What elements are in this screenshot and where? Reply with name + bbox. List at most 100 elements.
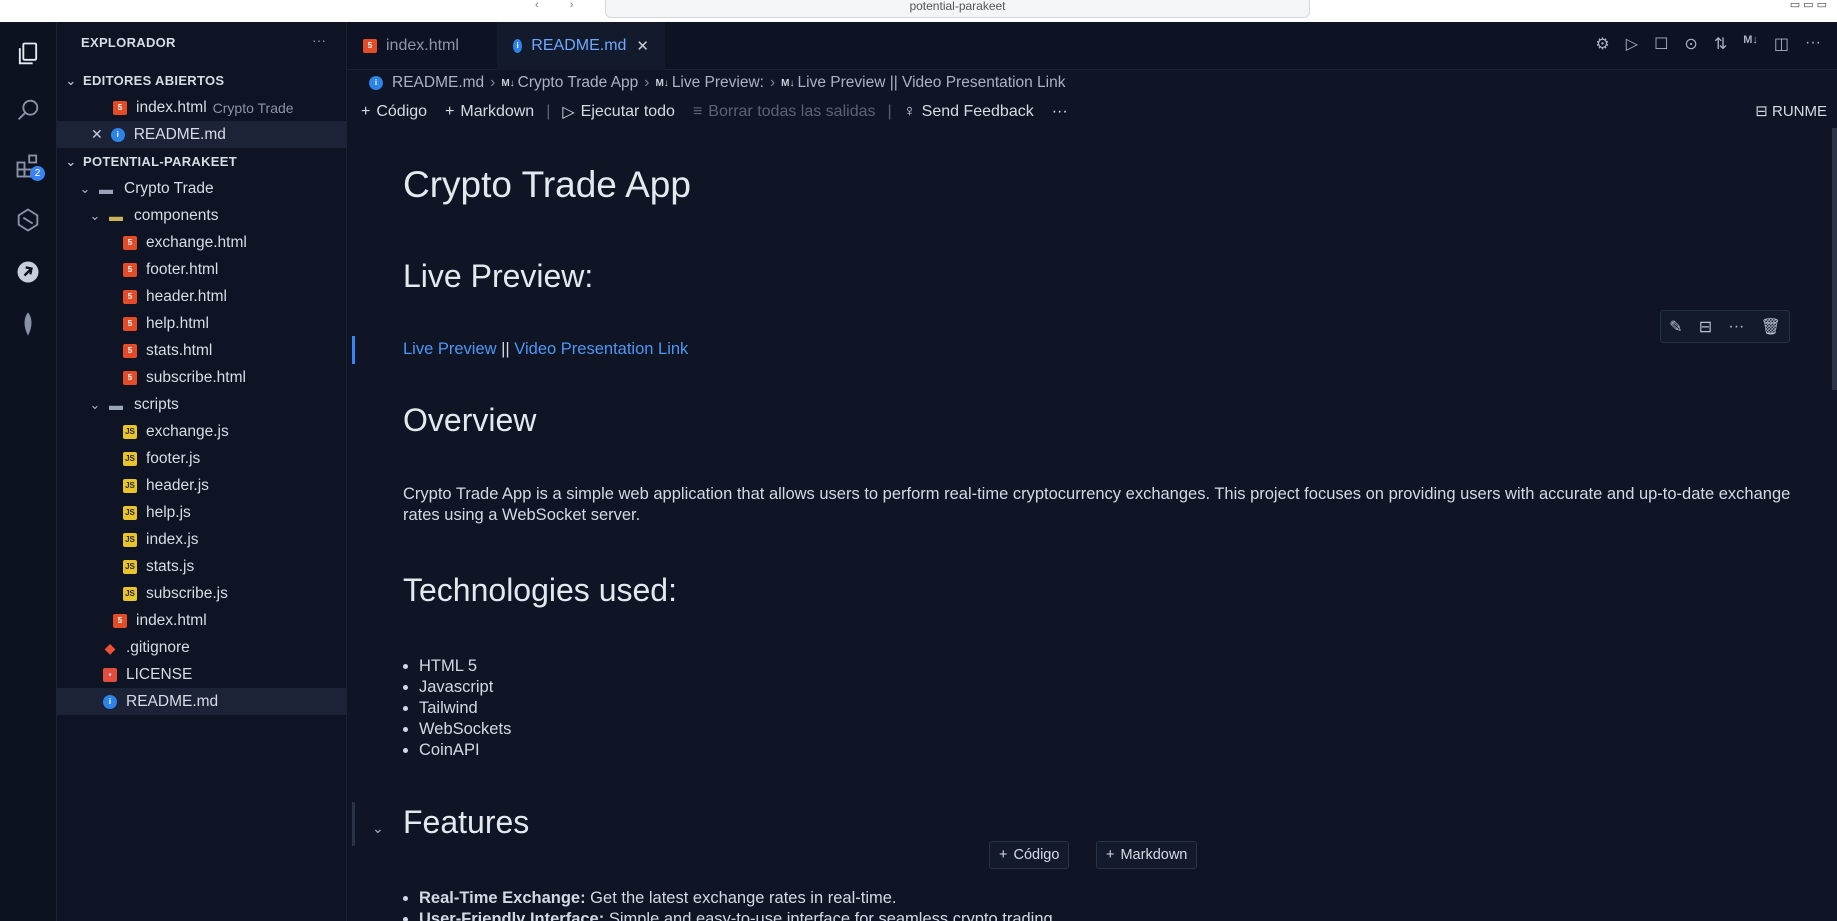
file-item[interactable]: JS index.js bbox=[57, 526, 347, 553]
runme-button[interactable]: ⊟ RUNME bbox=[1755, 102, 1827, 120]
explorer-more-button[interactable]: ··· bbox=[312, 32, 326, 48]
runme-icon: ⊟ bbox=[1755, 103, 1772, 120]
folder-scripts[interactable]: ⌄ ▬ scripts bbox=[57, 391, 347, 418]
add-code-button[interactable]: + Código bbox=[361, 103, 427, 121]
feature-title: Real-Time Exchange: bbox=[419, 889, 586, 907]
run-all-icon: ▷ bbox=[562, 104, 575, 121]
notebook-editor[interactable]: Crypto Trade App Live Preview: Live Prev… bbox=[347, 128, 1837, 921]
live-preview-link[interactable]: Live Preview bbox=[403, 340, 497, 358]
file-item[interactable]: ▪ LICENSE bbox=[57, 661, 347, 688]
file-item[interactable]: 5 footer.html bbox=[57, 256, 347, 283]
extensions-icon[interactable]: 2 bbox=[10, 148, 46, 184]
technologies-heading: Technologies used: bbox=[403, 572, 677, 608]
html-file-icon: 5 bbox=[123, 262, 137, 277]
tab-label: README.md bbox=[531, 37, 627, 54]
open-editors-section[interactable]: ⌄ EDITORES ABIERTOS bbox=[57, 67, 347, 94]
file-name: footer.js bbox=[146, 449, 201, 467]
js-file-icon: JS bbox=[123, 451, 137, 466]
remote-explorer-icon[interactable] bbox=[10, 202, 46, 238]
command-center[interactable]: potential-parakeet bbox=[605, 0, 1310, 18]
insert-code-cell-button[interactable]: + Código bbox=[989, 841, 1070, 869]
file-item[interactable]: JS footer.js bbox=[57, 445, 347, 472]
file-item[interactable]: JS help.js bbox=[57, 499, 347, 526]
chevron-down-icon[interactable]: ⌄ bbox=[372, 820, 384, 837]
leaf-icon[interactable] bbox=[10, 306, 46, 342]
explorer-icon[interactable] bbox=[10, 36, 46, 72]
file-item[interactable]: 5 subscribe.html bbox=[57, 364, 347, 391]
more-actions-icon[interactable]: ··· bbox=[1805, 34, 1821, 54]
edit-icon[interactable]: ✎ bbox=[1669, 317, 1682, 337]
split-editor-icon[interactable]: ◫ bbox=[1774, 34, 1789, 54]
feedback-label: Send Feedback bbox=[921, 103, 1034, 120]
html-file-icon: 5 bbox=[113, 100, 127, 115]
file-item[interactable]: JS subscribe.js bbox=[57, 580, 347, 607]
folder-open-icon: ▬ bbox=[99, 180, 113, 197]
file-item[interactable]: JS exchange.js bbox=[57, 418, 347, 445]
feedback-icon: ♀ bbox=[903, 103, 916, 120]
folder-name: components bbox=[134, 206, 219, 224]
file-item[interactable]: 5 index.html bbox=[57, 607, 347, 634]
js-file-icon: JS bbox=[123, 505, 137, 520]
more-icon[interactable]: ··· bbox=[1728, 318, 1744, 336]
send-feedback-button[interactable]: ♀ Send Feedback bbox=[904, 103, 1034, 121]
toolbar-more-button[interactable]: ··· bbox=[1052, 103, 1068, 121]
file-item-selected[interactable]: i README.md bbox=[57, 688, 347, 715]
layout-controls[interactable]: ▭ ▭ ▭ bbox=[1790, 0, 1827, 11]
breadcrumb-file[interactable]: README.md bbox=[392, 74, 484, 92]
folder-open-icon: ▬ bbox=[109, 207, 123, 224]
plus-icon: + bbox=[361, 103, 371, 120]
chevron-down-icon: ⌄ bbox=[89, 396, 101, 412]
html-file-icon: 5 bbox=[123, 235, 137, 250]
plus-icon: + bbox=[1106, 847, 1115, 863]
run-icon[interactable]: ▷ bbox=[1626, 34, 1638, 54]
open-editor-item-readme[interactable]: ✕ i README.md bbox=[57, 121, 347, 148]
file-item[interactable]: 5 stats.html bbox=[57, 337, 347, 364]
js-file-icon: JS bbox=[123, 586, 137, 601]
run-all-button[interactable]: ▷ Ejecutar todo bbox=[562, 102, 675, 122]
video-presentation-link[interactable]: Video Presentation Link bbox=[514, 340, 688, 358]
run-debug-icon[interactable] bbox=[10, 254, 46, 290]
split-cell-icon[interactable]: ⊟ bbox=[1699, 317, 1712, 337]
notebook-toolbar: + Código + Markdown | ▷ Ejecutar todo ≡ Borr… bbox=[347, 96, 1837, 128]
breadcrumb-part[interactable]: Live Preview: bbox=[672, 74, 764, 92]
html-file-icon: 5 bbox=[123, 289, 137, 304]
folder-components[interactable]: ⌄ ▬ components bbox=[57, 202, 347, 229]
js-file-icon: JS bbox=[123, 559, 137, 574]
settings-icon[interactable]: ⚙ bbox=[1595, 34, 1609, 54]
tab-readme[interactable]: i README.md ✕ bbox=[497, 22, 665, 70]
file-item[interactable]: 5 exchange.html bbox=[57, 229, 347, 256]
plus-icon: + bbox=[999, 847, 1008, 863]
info-file-icon: i bbox=[369, 76, 383, 90]
folder-crypto-trade[interactable]: ⌄ ▬ Crypto Trade bbox=[57, 175, 347, 202]
list-item: WebSockets bbox=[419, 719, 511, 740]
file-item[interactable]: 5 help.html bbox=[57, 310, 347, 337]
feature-text: Simple and easy-to-use interface for sea… bbox=[604, 910, 1058, 921]
breadcrumb-part[interactable]: Crypto Trade App bbox=[518, 74, 639, 92]
delete-icon[interactable]: 🗑 bbox=[1761, 317, 1781, 337]
comment-icon[interactable]: ☐ bbox=[1654, 34, 1668, 54]
project-section[interactable]: ⌄ POTENTIAL-PARAKEET bbox=[57, 148, 347, 175]
compare-icon[interactable]: ⇅ bbox=[1714, 34, 1727, 54]
file-item[interactable]: 5 header.html bbox=[57, 283, 347, 310]
file-name: footer.html bbox=[146, 260, 219, 278]
open-editors-label: EDITORES ABIERTOS bbox=[83, 73, 225, 88]
add-markdown-button[interactable]: + Markdown bbox=[445, 103, 534, 121]
close-icon[interactable]: ✕ bbox=[636, 37, 649, 55]
file-item[interactable]: ◆ .gitignore bbox=[57, 634, 347, 661]
breadcrumb-part[interactable]: Live Preview || Video Presentation Link bbox=[798, 74, 1066, 92]
markdown-icon[interactable]: M↓ bbox=[1743, 34, 1758, 54]
features-list: Real-Time Exchange: Get the latest excha… bbox=[419, 888, 1057, 921]
tab-index-html[interactable]: 5 index.html bbox=[347, 22, 497, 70]
insert-markdown-cell-button[interactable]: + Markdown bbox=[1096, 841, 1198, 869]
open-editor-item-index[interactable]: 5 index.html Crypto Trade bbox=[57, 94, 347, 121]
file-item[interactable]: JS header.js bbox=[57, 472, 347, 499]
close-icon[interactable]: ✕ bbox=[91, 126, 103, 143]
nav-arrows[interactable]: ‹ › bbox=[535, 0, 587, 11]
search-icon[interactable] bbox=[10, 92, 46, 128]
check-circle-icon[interactable]: ⊙ bbox=[1684, 34, 1697, 54]
clear-outputs-button[interactable]: ≡ Borrar todas las salidas bbox=[693, 103, 876, 121]
insert-markdown-label: Markdown bbox=[1120, 847, 1188, 863]
scrollbar[interactable] bbox=[1832, 128, 1837, 390]
html-file-icon: 5 bbox=[363, 39, 377, 53]
file-item[interactable]: JS stats.js bbox=[57, 553, 347, 580]
